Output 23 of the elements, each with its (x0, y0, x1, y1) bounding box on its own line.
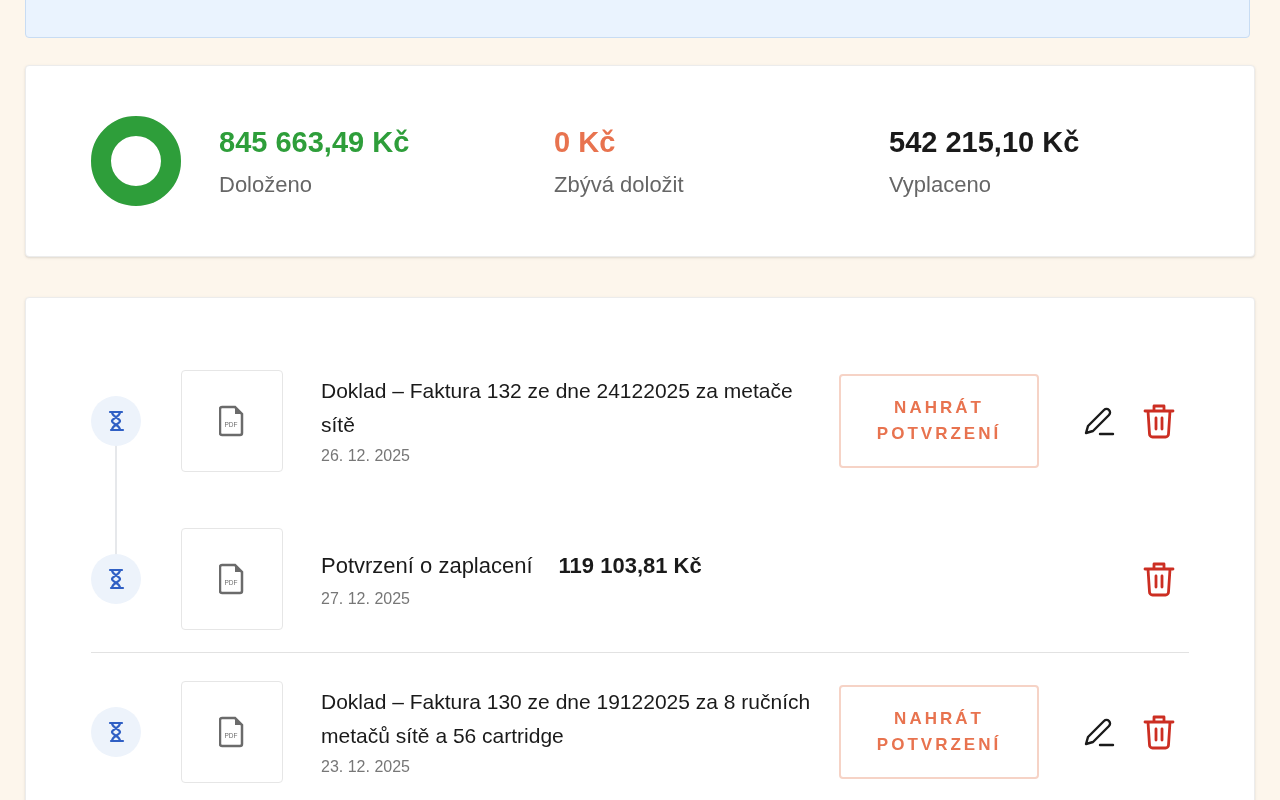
document-date: 27. 12. 2025 (321, 589, 411, 609)
document-title: Potvrzení o zaplacení (321, 552, 533, 580)
document-title: Doklad – Faktura 132 ze dne 24122025 za metače sítě (321, 378, 794, 438)
upload-confirmation-button[interactable]: NAHRÁT POTVRZENÍ (839, 374, 1039, 468)
trash-icon[interactable] (1143, 561, 1175, 597)
trash-icon[interactable] (1143, 714, 1175, 750)
payment-amount: 119 103,81 Kč (558, 552, 702, 580)
hourglass-icon (106, 410, 126, 432)
stat-value: 845 663,49 Kč (219, 124, 411, 160)
hourglass-icon (106, 568, 126, 590)
stat-value: 0 Kč (554, 124, 617, 160)
document-date: 23. 12. 2025 (321, 757, 411, 777)
stat-value: 542 215,10 Kč (889, 124, 1081, 160)
stat-label: Vyplaceno (889, 171, 992, 200)
hourglass-icon (106, 721, 126, 743)
stat-label: Zbývá doložit (554, 171, 685, 200)
document-date: 26. 12. 2025 (321, 446, 411, 466)
document-title: Doklad – Faktura 130 ze dne 19122025 za 8 ručních metačů sítě a 56 cartridge (321, 689, 811, 749)
trash-icon[interactable] (1143, 403, 1175, 439)
edit-icon[interactable] (1082, 405, 1116, 437)
stat-label: Doloženo (219, 171, 313, 200)
edit-icon[interactable] (1082, 716, 1116, 748)
upload-confirmation-button[interactable]: NAHRÁT POTVRZENÍ (839, 685, 1039, 779)
